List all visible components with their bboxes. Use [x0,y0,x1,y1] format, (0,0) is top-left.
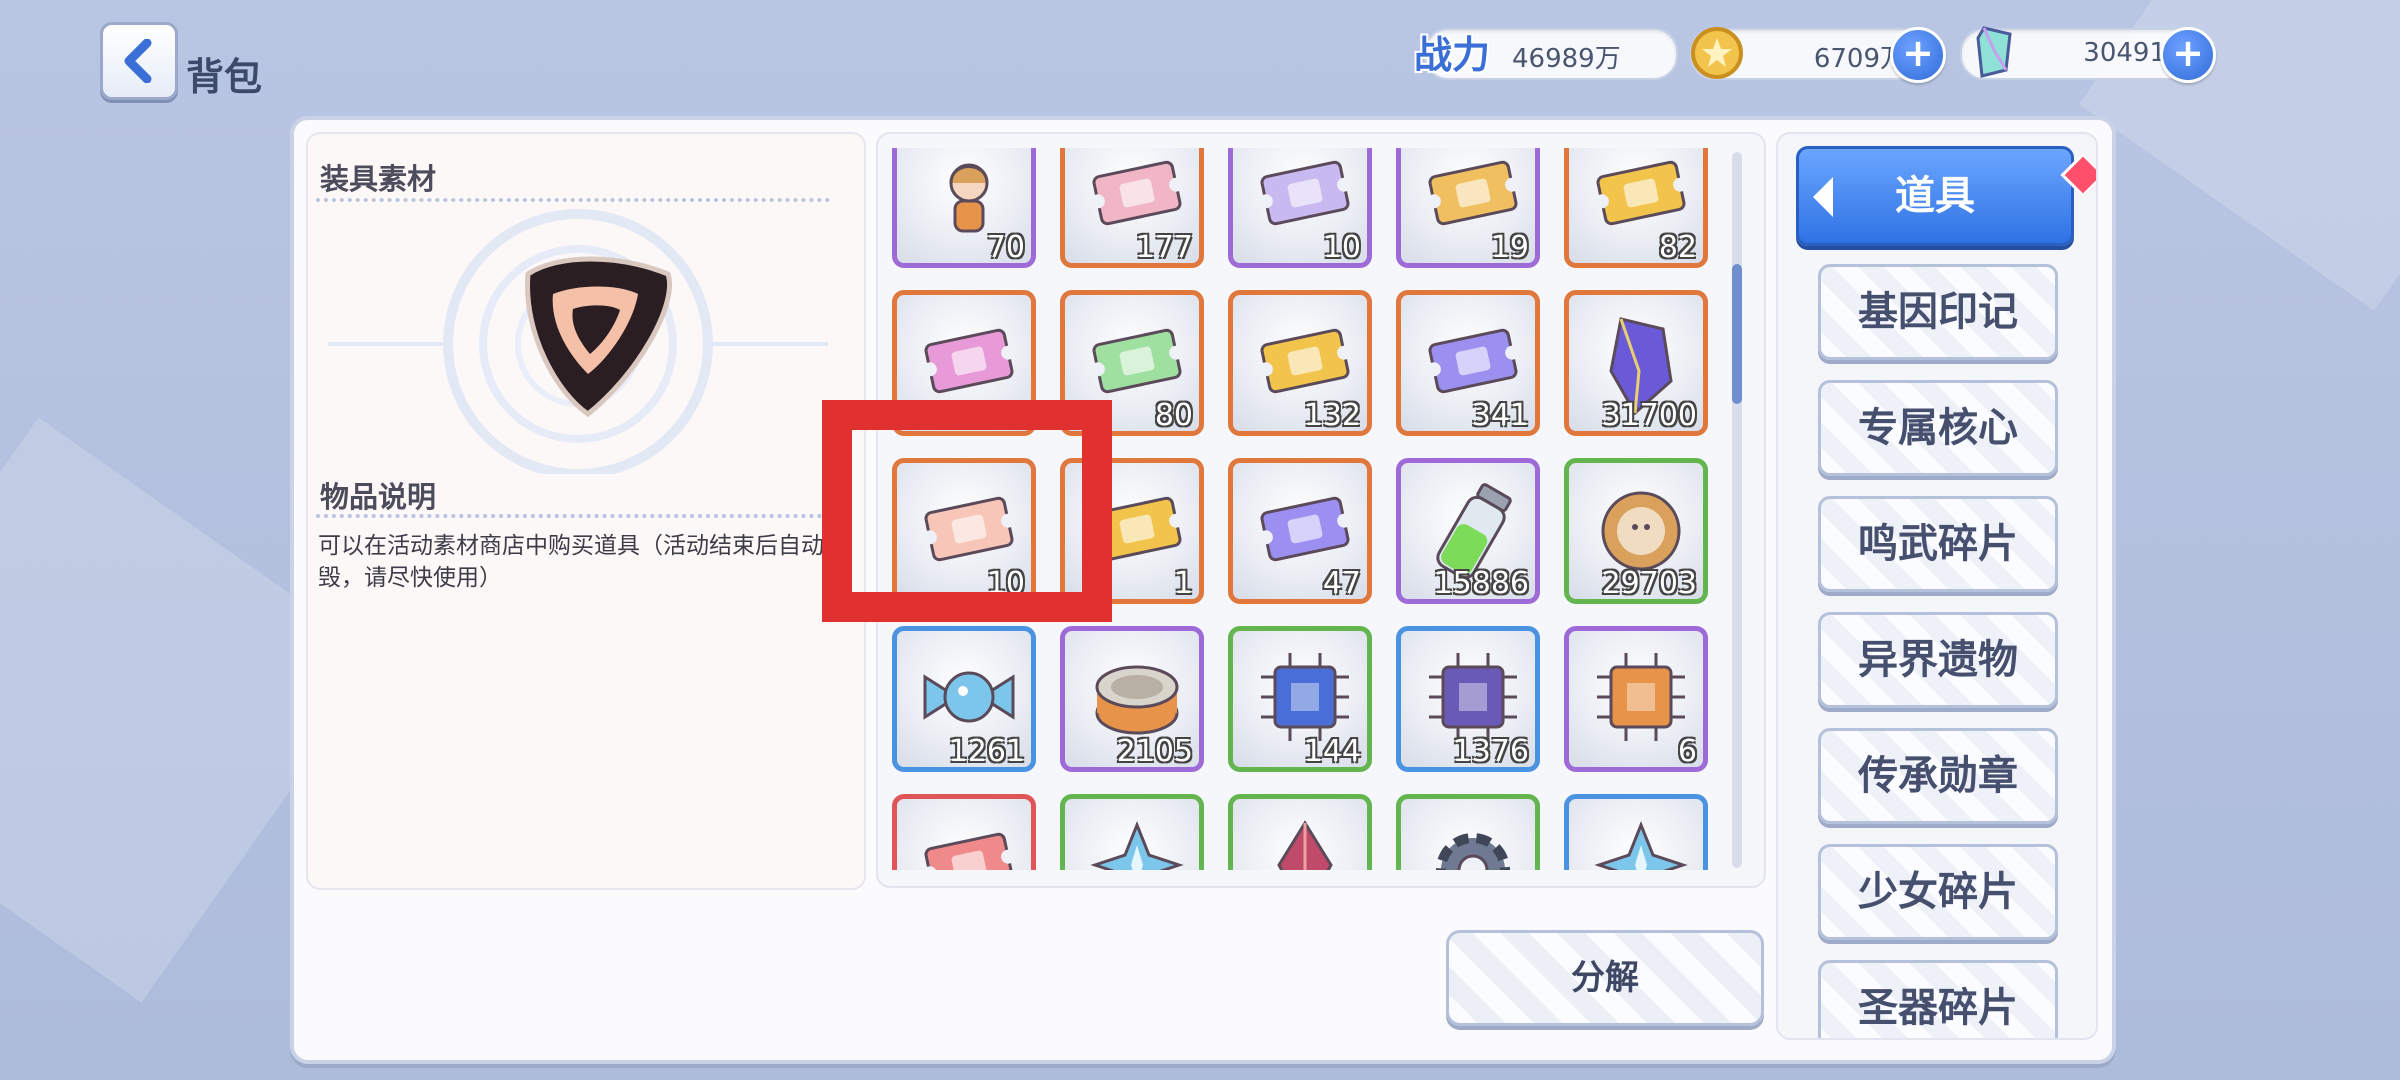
tab-label: 传承勋章 [1858,753,2018,799]
back-button[interactable] [100,22,178,100]
chevron-left-icon [124,39,152,83]
item-slot[interactable]: 6 [1564,626,1708,772]
item-slot[interactable]: 15886 [1396,458,1540,604]
chevron-left-icon [1813,177,1833,217]
coin-icon [1691,27,1743,79]
item-category-title: 装具素材 [320,162,437,196]
item-count: 6 [1677,734,1697,769]
item-slot[interactable]: 144 [1228,626,1372,772]
highlight-box [822,400,1112,622]
item-slot[interactable]: 19 [1396,148,1540,268]
tab-label: 异界遗物 [1858,637,2018,683]
item-description: 可以在活动素材商店中购买道具（活动结束后自动销毁，请尽快使用） [318,533,847,591]
category-tab[interactable]: 专属核心 [1818,380,2058,476]
item-slot[interactable] [1060,794,1204,870]
item-description-title: 物品说明 [320,480,437,514]
item-count: 15886 [1433,566,1529,601]
tab-label: 少女碎片 [1858,869,2018,915]
power-value: 46989万 [1512,44,1621,74]
tab-items-active[interactable]: 道具 [1796,146,2096,246]
tab-label: 道具 [1895,173,1975,219]
item-slot[interactable]: 2105 [1060,626,1204,772]
category-tab[interactable]: 少女碎片 [1818,844,2058,940]
category-tab[interactable]: 异界遗物 [1818,612,2058,708]
notification-dot [2060,152,2096,198]
crystal-icon [1976,26,2012,78]
power-display: 战力 46989万 [1414,28,1678,80]
item-count: 29703 [1601,566,1697,601]
tab-label: 圣器碎片 [1858,985,2018,1031]
item-count: 2105 [1116,734,1193,769]
category-tab[interactable]: 传承勋章 [1818,728,2058,824]
item-slot[interactable] [1228,794,1372,870]
item-slot[interactable]: 82 [1564,148,1708,268]
item-count: 19 [1490,230,1529,265]
add-gold-button[interactable]: + [1890,27,1946,83]
category-tabs: 道具基因印记专属核心鸣武碎片异界遗物传承勋章少女碎片圣器碎片 [1776,132,2098,1040]
tab-label: 基因印记 [1858,289,2018,335]
item-count: 80 [1154,398,1193,433]
item-count: 31700 [1601,398,1697,433]
item-slot[interactable] [892,794,1036,870]
category-tab[interactable]: 鸣武碎片 [1818,496,2058,592]
item-count: 341 [1471,398,1529,433]
decompose-button[interactable]: 分解 [1446,930,1764,1026]
item-slot[interactable]: 47 [1228,458,1372,604]
item-count: 144 [1303,734,1361,769]
item-count: 10 [1322,230,1361,265]
crystal-display: 30491 [1960,26,2194,80]
tab-label: 专属核心 [1858,405,2018,451]
item-slot[interactable] [1564,794,1708,870]
item-slot[interactable]: 31700 [1564,290,1708,436]
item-count: 132 [1303,398,1361,433]
divider [316,514,830,518]
item-count: 70 [986,230,1025,265]
item-count: 1 [1173,566,1193,601]
item-count: 47 [1322,566,1361,601]
item-slot[interactable]: 132 [1228,290,1372,436]
item-count: 82 [1658,230,1697,265]
add-crystal-button[interactable]: + [2160,27,2216,83]
item-slot[interactable]: 10 [1228,148,1372,268]
item-slot[interactable] [1396,794,1540,870]
item-count: 1261 [948,734,1025,769]
item-slot[interactable]: 1261 [892,626,1036,772]
selected-item-art [328,209,828,474]
item-slot[interactable]: 1376 [1396,626,1540,772]
item-slot[interactable]: 70 [892,148,1036,268]
item-slot[interactable]: 29703 [1564,458,1708,604]
power-label: 战力 [1414,33,1491,77]
scrollbar-track[interactable] [1732,152,1742,868]
crystal-value: 30491 [2083,38,2166,68]
item-slot[interactable]: 341 [1396,290,1540,436]
item-count: 177 [1135,230,1193,265]
category-tab[interactable]: 基因印记 [1818,264,2058,360]
tab-label: 鸣武碎片 [1858,521,2018,567]
item-count: 1376 [1452,734,1529,769]
item-info-panel: 装具素材 物品说明 可以在活动素材商店中购买道具（活动结束后自动销毁，请尽快使用… [306,132,866,890]
scrollbar-thumb[interactable] [1732,264,1742,404]
category-tab[interactable]: 圣器碎片 [1818,960,2058,1038]
page-title: 背包 [186,55,263,99]
item-slot[interactable]: 177 [1060,148,1204,268]
